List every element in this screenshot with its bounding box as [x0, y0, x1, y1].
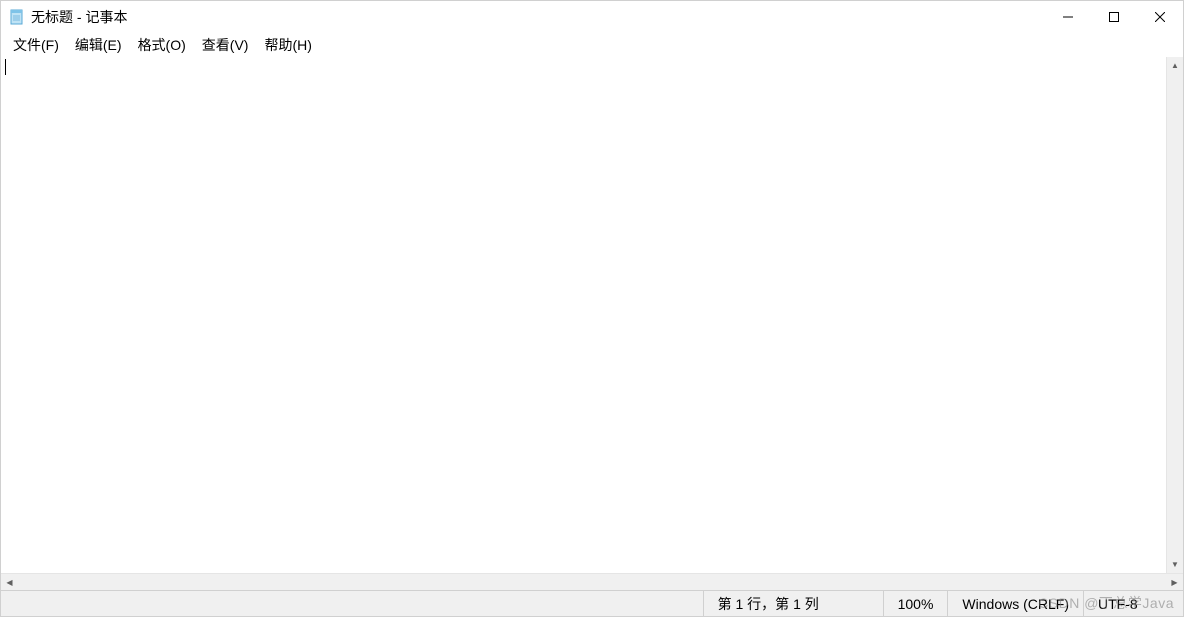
text-caret: [5, 59, 6, 75]
status-zoom: 100%: [883, 591, 948, 616]
menu-view[interactable]: 查看(V): [194, 33, 257, 57]
vertical-scroll-track[interactable]: [1167, 74, 1183, 556]
menu-edit[interactable]: 编辑(E): [67, 33, 130, 57]
scroll-down-icon[interactable]: ▼: [1167, 556, 1183, 573]
menu-help[interactable]: 帮助(H): [256, 33, 319, 57]
statusbar: 第 1 行，第 1 列 100% Windows (CRLF) UTF-8: [1, 590, 1183, 616]
close-button[interactable]: [1137, 1, 1183, 33]
maximize-button[interactable]: [1091, 1, 1137, 33]
status-line-ending: Windows (CRLF): [947, 591, 1083, 616]
horizontal-scroll-track[interactable]: [18, 574, 1166, 590]
horizontal-scrollbar[interactable]: ◀ ▶: [1, 573, 1183, 590]
menubar: 文件(F) 编辑(E) 格式(O) 查看(V) 帮助(H): [1, 33, 1183, 57]
notepad-icon: [9, 9, 25, 25]
titlebar: 无标题 - 记事本: [1, 1, 1183, 33]
menu-file[interactable]: 文件(F): [5, 33, 67, 57]
statusbar-filler: [1, 591, 703, 616]
text-editor[interactable]: [1, 57, 1166, 573]
status-position: 第 1 行，第 1 列: [703, 591, 883, 616]
window-title: 无标题 - 记事本: [31, 7, 127, 27]
menu-format[interactable]: 格式(O): [130, 33, 194, 57]
scroll-right-icon[interactable]: ▶: [1166, 574, 1183, 590]
scroll-left-icon[interactable]: ◀: [1, 574, 18, 590]
vertical-scrollbar[interactable]: ▲ ▼: [1166, 57, 1183, 573]
status-encoding: UTF-8: [1083, 591, 1183, 616]
scroll-up-icon[interactable]: ▲: [1167, 57, 1183, 74]
window-controls: [1045, 1, 1183, 33]
minimize-button[interactable]: [1045, 1, 1091, 33]
editor-area: ▲ ▼: [1, 57, 1183, 573]
